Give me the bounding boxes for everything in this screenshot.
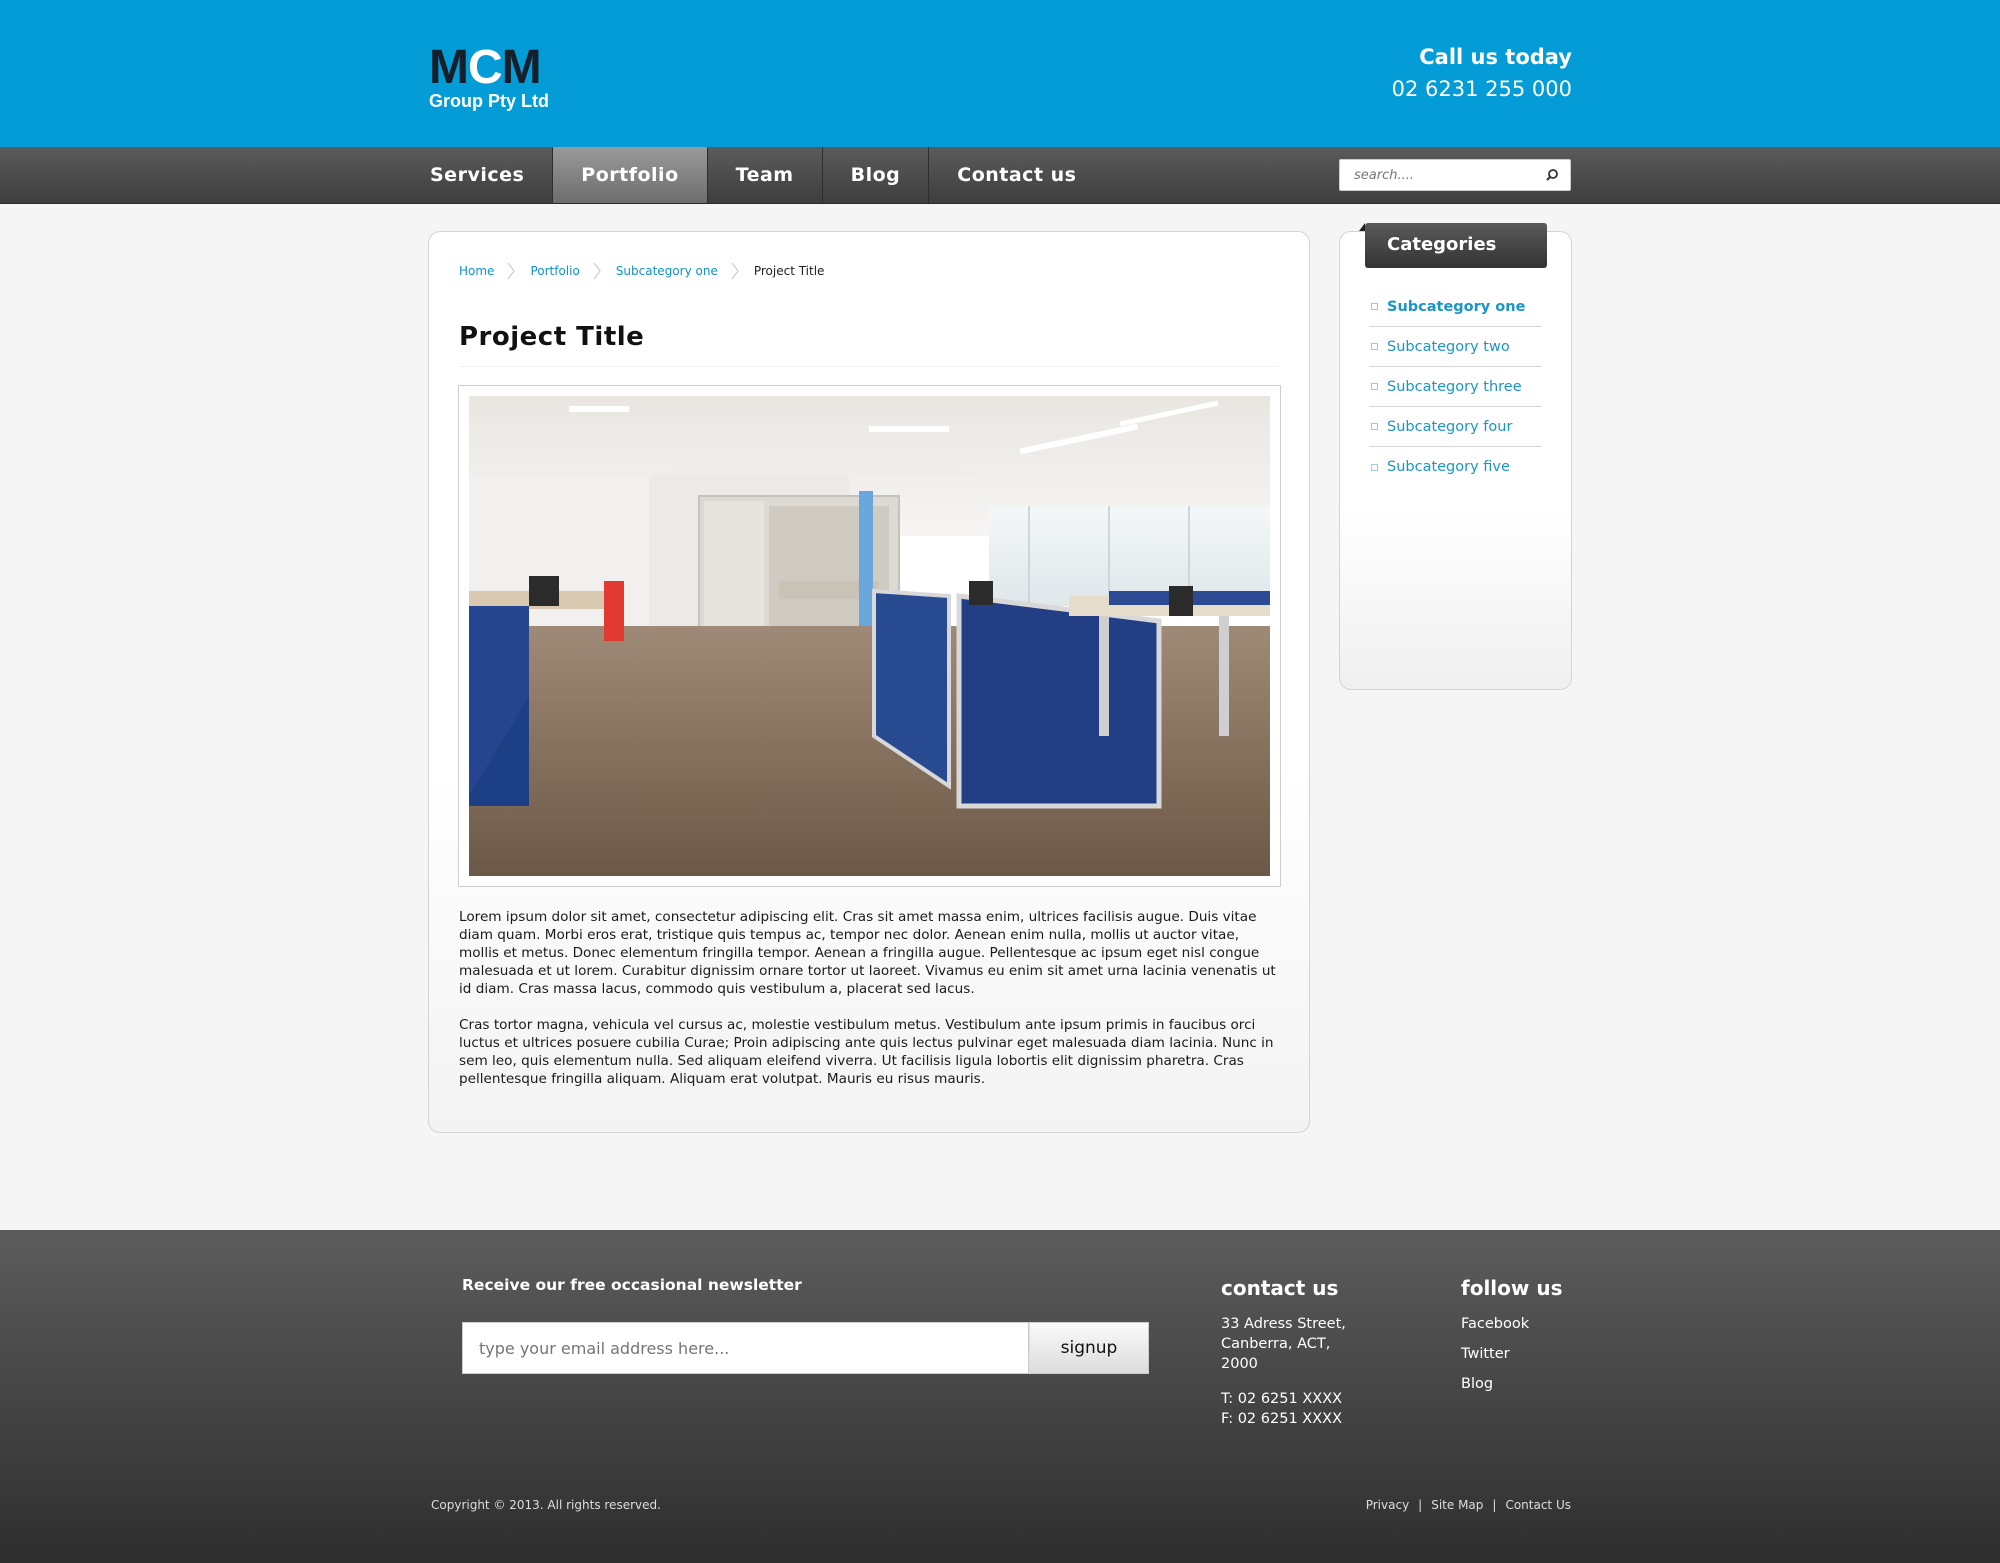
follow-heading: follow us (1461, 1276, 1563, 1300)
breadcrumb-portfolio[interactable]: Portfolio (530, 264, 579, 278)
bullet-icon (1371, 383, 1378, 390)
category-item-five[interactable]: Subcategory five (1369, 447, 1541, 487)
newsletter-form: signup (462, 1322, 1149, 1374)
chevron-right-icon (593, 262, 601, 280)
category-label: Subcategory four (1387, 418, 1513, 435)
project-description: Lorem ipsum dolor sit amet, consectetur … (459, 908, 1281, 1106)
main-nav: Services Portfolio Team Blog Contact us (0, 147, 2000, 204)
category-label: Subcategory two (1387, 338, 1510, 355)
category-item-three[interactable]: Subcategory three (1369, 367, 1541, 407)
search-input[interactable] (1340, 160, 1530, 190)
breadcrumb-subcategory[interactable]: Subcategory one (616, 264, 718, 278)
address-line: 2000 (1221, 1356, 1258, 1372)
footer-links: Privacy | Site Map | Contact Us (1366, 1498, 1571, 1512)
call-us-block: Call us today 02 6231 255 000 (1392, 42, 1572, 106)
category-list: Subcategory one Subcategory two Subcateg… (1369, 287, 1541, 487)
contact-block: contact us 33 Adress Street, Canberra, A… (1221, 1276, 1346, 1429)
link-separator: | (1492, 1498, 1497, 1512)
nav-item-services[interactable]: Services (428, 147, 554, 203)
contact-us-link[interactable]: Contact Us (1505, 1498, 1571, 1512)
logo[interactable]: MCM Group Pty Ltd (429, 41, 569, 111)
page-title: Project Title (459, 322, 645, 352)
category-label: Subcategory one (1387, 298, 1526, 315)
link-separator: | (1418, 1498, 1423, 1512)
project-image-frame (458, 385, 1281, 887)
bullet-icon (1371, 463, 1378, 471)
newsletter-title: Receive our free occasional newsletter (462, 1276, 802, 1294)
search-icon[interactable] (1544, 167, 1560, 183)
facebook-link[interactable]: Facebook (1461, 1314, 1562, 1334)
breadcrumb: Home Portfolio Subcategory one Project T… (459, 262, 824, 280)
nav-item-portfolio[interactable]: Portfolio (553, 147, 708, 203)
description-paragraph: Cras tortor magna, vehicula vel cursus a… (459, 1017, 1274, 1087)
chevron-right-icon (731, 262, 739, 280)
copyright: Copyright © 2013. All rights reserved. (431, 1498, 661, 1512)
office-interior-photo[interactable] (469, 396, 1270, 876)
logo-subtitle: Group Pty Ltd (429, 91, 549, 111)
category-item-two[interactable]: Subcategory two (1369, 327, 1541, 367)
categories-heading: Categories (1365, 223, 1547, 268)
logo-mark: MCM (429, 41, 542, 94)
follow-block: follow us Facebook Twitter Blog (1461, 1276, 1562, 1404)
bullet-icon (1371, 343, 1378, 350)
description-paragraph: Lorem ipsum dolor sit amet, consectetur … (459, 909, 1276, 997)
categories-sidebar: Categories Subcategory one Subcategory t… (1339, 223, 1572, 690)
call-us-label: Call us today (1419, 45, 1572, 69)
footer-phone: T: 02 6251 XXXX (1221, 1391, 1343, 1407)
nav-item-blog[interactable]: Blog (823, 147, 930, 203)
site-header: MCM Group Pty Ltd Call us today 02 6231 … (0, 0, 2000, 147)
nav-item-team[interactable]: Team (708, 147, 823, 203)
category-item-four[interactable]: Subcategory four (1369, 407, 1541, 447)
bullet-icon (1371, 423, 1378, 430)
twitter-link[interactable]: Twitter (1461, 1344, 1562, 1364)
blog-link[interactable]: Blog (1461, 1374, 1562, 1394)
header-phone[interactable]: 02 6231 255 000 (1392, 72, 1572, 106)
contact-heading: contact us (1221, 1276, 1339, 1300)
email-input[interactable] (462, 1322, 1029, 1374)
privacy-link[interactable]: Privacy (1366, 1498, 1409, 1512)
nav-item-contact-us[interactable]: Contact us (929, 147, 1104, 203)
site-map-link[interactable]: Site Map (1431, 1498, 1483, 1512)
search-box (1339, 159, 1571, 191)
category-label: Subcategory three (1387, 378, 1522, 395)
chevron-right-icon (507, 262, 516, 280)
address-line: Canberra, ACT, (1221, 1336, 1331, 1352)
signup-button[interactable]: signup (1029, 1322, 1149, 1374)
content-panel: Home Portfolio Subcategory one Project T… (428, 231, 1310, 1133)
footer-fax: F: 02 6251 XXXX (1221, 1411, 1343, 1427)
category-item-one[interactable]: Subcategory one (1369, 287, 1541, 327)
category-label: Subcategory five (1387, 459, 1510, 475)
address-line: 33 Adress Street, (1221, 1316, 1346, 1332)
title-divider (459, 366, 1279, 367)
breadcrumb-home[interactable]: Home (459, 264, 494, 278)
breadcrumb-current: Project Title (753, 264, 825, 278)
bullet-icon (1371, 303, 1378, 310)
site-footer: Receive our free occasional newsletter s… (0, 1230, 2000, 1563)
